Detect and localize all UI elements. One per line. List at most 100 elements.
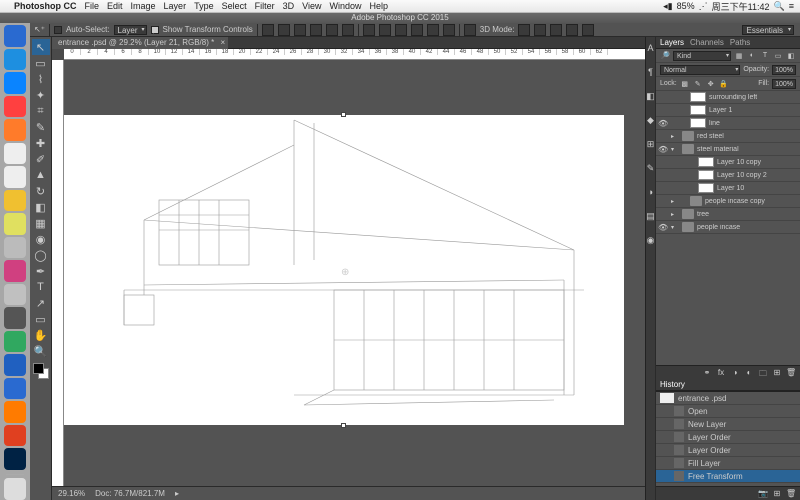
3d-tool-icon[interactable] — [566, 24, 578, 36]
menu-window[interactable]: Window — [329, 1, 361, 11]
fill-input[interactable]: 100% — [772, 79, 796, 89]
layer-row[interactable]: ▸red steel — [656, 130, 800, 143]
layer-row[interactable]: 👁▾people incase — [656, 221, 800, 234]
panel-icon[interactable]: ◧ — [646, 91, 656, 105]
path-tool[interactable]: ↗ — [32, 295, 50, 311]
panel-icon[interactable]: ▤ — [646, 211, 656, 225]
filter-smart-icon[interactable]: ◧ — [786, 51, 796, 61]
dock-itunes-icon[interactable] — [4, 260, 26, 282]
panel-icon[interactable]: ⊞ — [646, 139, 656, 153]
menu-3d[interactable]: 3D — [283, 1, 295, 11]
stamp-tool[interactable]: ▲ — [32, 167, 50, 183]
new-snapshot-icon[interactable]: ⊞ — [772, 489, 782, 499]
dock-appstore-icon[interactable] — [4, 72, 26, 94]
character-panel-icon[interactable]: A — [646, 43, 656, 57]
dock-app-icon[interactable] — [4, 284, 26, 306]
wifi-icon[interactable]: ⋰ — [699, 1, 708, 12]
zoom-tool[interactable]: 🔍 — [32, 343, 50, 359]
eraser-tool[interactable]: ◧ — [32, 199, 50, 215]
opacity-input[interactable]: 100% — [772, 65, 796, 75]
notifications-icon[interactable]: ≡ — [789, 1, 794, 11]
blend-mode-select[interactable]: Normal — [660, 65, 740, 75]
dock-app-icon[interactable] — [4, 307, 26, 329]
history-item[interactable]: Open — [656, 405, 800, 418]
visibility-icon[interactable]: 👁 — [658, 223, 668, 232]
dock-app-icon[interactable] — [4, 119, 26, 141]
layers-list[interactable]: surrounding leftLayer 1👁line▸red steel👁▾… — [656, 91, 800, 365]
layer-row[interactable]: 👁▾steel material — [656, 143, 800, 156]
spotlight-icon[interactable]: 🔍 — [774, 1, 785, 12]
dock-wechat-icon[interactable] — [4, 331, 26, 353]
transform-handle-bottom[interactable] — [341, 423, 346, 428]
panel-icon[interactable]: ◉ — [646, 235, 656, 249]
panel-icon[interactable]: ◑ — [646, 187, 656, 201]
panel-icon[interactable]: ✎ — [646, 163, 656, 177]
menu-edit[interactable]: Edit — [107, 1, 123, 11]
delete-state-icon[interactable]: 🗑 — [786, 489, 796, 499]
dock-app-icon[interactable] — [4, 166, 26, 188]
new-layer-icon[interactable]: ⊞ — [772, 368, 782, 378]
canvas-area[interactable]: ⊕ — [64, 60, 645, 486]
3d-icon[interactable] — [464, 24, 476, 36]
distribute-icon[interactable] — [411, 24, 423, 36]
adjustment-layer-icon[interactable]: ◐ — [744, 368, 754, 378]
history-item[interactable]: New Layer — [656, 418, 800, 431]
dock-word-icon[interactable] — [4, 354, 26, 376]
color-swatches[interactable] — [33, 363, 49, 379]
expand-arrow-icon[interactable]: ▾ — [671, 146, 679, 153]
visibility-icon[interactable]: 👁 — [658, 145, 668, 154]
transform-handle-top[interactable] — [341, 112, 346, 117]
filter-type-select[interactable]: Kind — [673, 51, 731, 61]
marquee-tool[interactable]: ▭ — [32, 55, 50, 71]
menu-image[interactable]: Image — [131, 1, 156, 11]
visibility-icon[interactable]: 👁 — [658, 119, 668, 128]
lock-all-icon[interactable]: 🔒 — [719, 79, 729, 89]
healing-tool[interactable]: ✚ — [32, 135, 50, 151]
align-icon[interactable] — [326, 24, 338, 36]
expand-arrow-icon[interactable]: ▸ — [671, 211, 679, 218]
dock-app-icon[interactable] — [4, 213, 26, 235]
zoom-level[interactable]: 29.16% — [58, 489, 85, 498]
dodge-tool[interactable]: ◯ — [32, 247, 50, 263]
3d-tool-icon[interactable] — [534, 24, 546, 36]
3d-tool-icon[interactable] — [582, 24, 594, 36]
blur-tool[interactable]: ◉ — [32, 231, 50, 247]
layer-row[interactable]: ▸people incase copy — [656, 195, 800, 208]
paths-tab[interactable]: Paths — [730, 38, 750, 47]
move-tool[interactable]: ↖ — [32, 39, 50, 55]
menu-file[interactable]: File — [85, 1, 100, 11]
gradient-tool[interactable]: ▦ — [32, 215, 50, 231]
snapshot-icon[interactable]: 📷 — [758, 489, 768, 499]
align-icon[interactable] — [278, 24, 290, 36]
shape-tool[interactable]: ▭ — [32, 311, 50, 327]
align-icon[interactable] — [310, 24, 322, 36]
dock-finder-icon[interactable] — [4, 25, 26, 47]
transform-center-icon[interactable]: ⊕ — [341, 267, 346, 272]
channels-tab[interactable]: Channels — [690, 38, 724, 47]
lock-position-icon[interactable]: ✥ — [706, 79, 716, 89]
dock-app-icon[interactable] — [4, 96, 26, 118]
filter-shape-icon[interactable]: ▭ — [773, 51, 783, 61]
distribute-icon[interactable] — [395, 24, 407, 36]
3d-tool-icon[interactable] — [518, 24, 530, 36]
layers-tab[interactable]: Layers — [660, 38, 684, 47]
eyedropper-tool[interactable]: ✎ — [32, 119, 50, 135]
expand-arrow-icon[interactable]: ▸ — [671, 133, 679, 140]
filter-type-icon[interactable]: T — [760, 51, 770, 61]
layer-mask-icon[interactable]: ◑ — [730, 368, 740, 378]
paragraph-panel-icon[interactable]: ¶ — [646, 67, 656, 81]
crop-tool[interactable]: ⌗ — [32, 103, 50, 119]
lasso-tool[interactable]: ⌇ — [32, 71, 50, 87]
battery-icon[interactable]: ◂▮ — [663, 1, 672, 12]
dock-trash-icon[interactable] — [4, 478, 26, 500]
app-name[interactable]: Photoshop CC — [14, 1, 77, 11]
history-brush-tool[interactable]: ↻ — [32, 183, 50, 199]
layer-row[interactable]: Layer 1 — [656, 104, 800, 117]
history-item[interactable]: Free Transform — [656, 470, 800, 483]
layer-fx-icon[interactable]: fx — [716, 368, 726, 378]
history-item[interactable]: Layer Order — [656, 431, 800, 444]
history-tab[interactable]: History — [660, 380, 685, 389]
link-layers-icon[interactable]: ⚭ — [702, 368, 712, 378]
panel-icon[interactable]: ◆ — [646, 115, 656, 129]
lock-transparency-icon[interactable]: ▩ — [680, 79, 690, 89]
